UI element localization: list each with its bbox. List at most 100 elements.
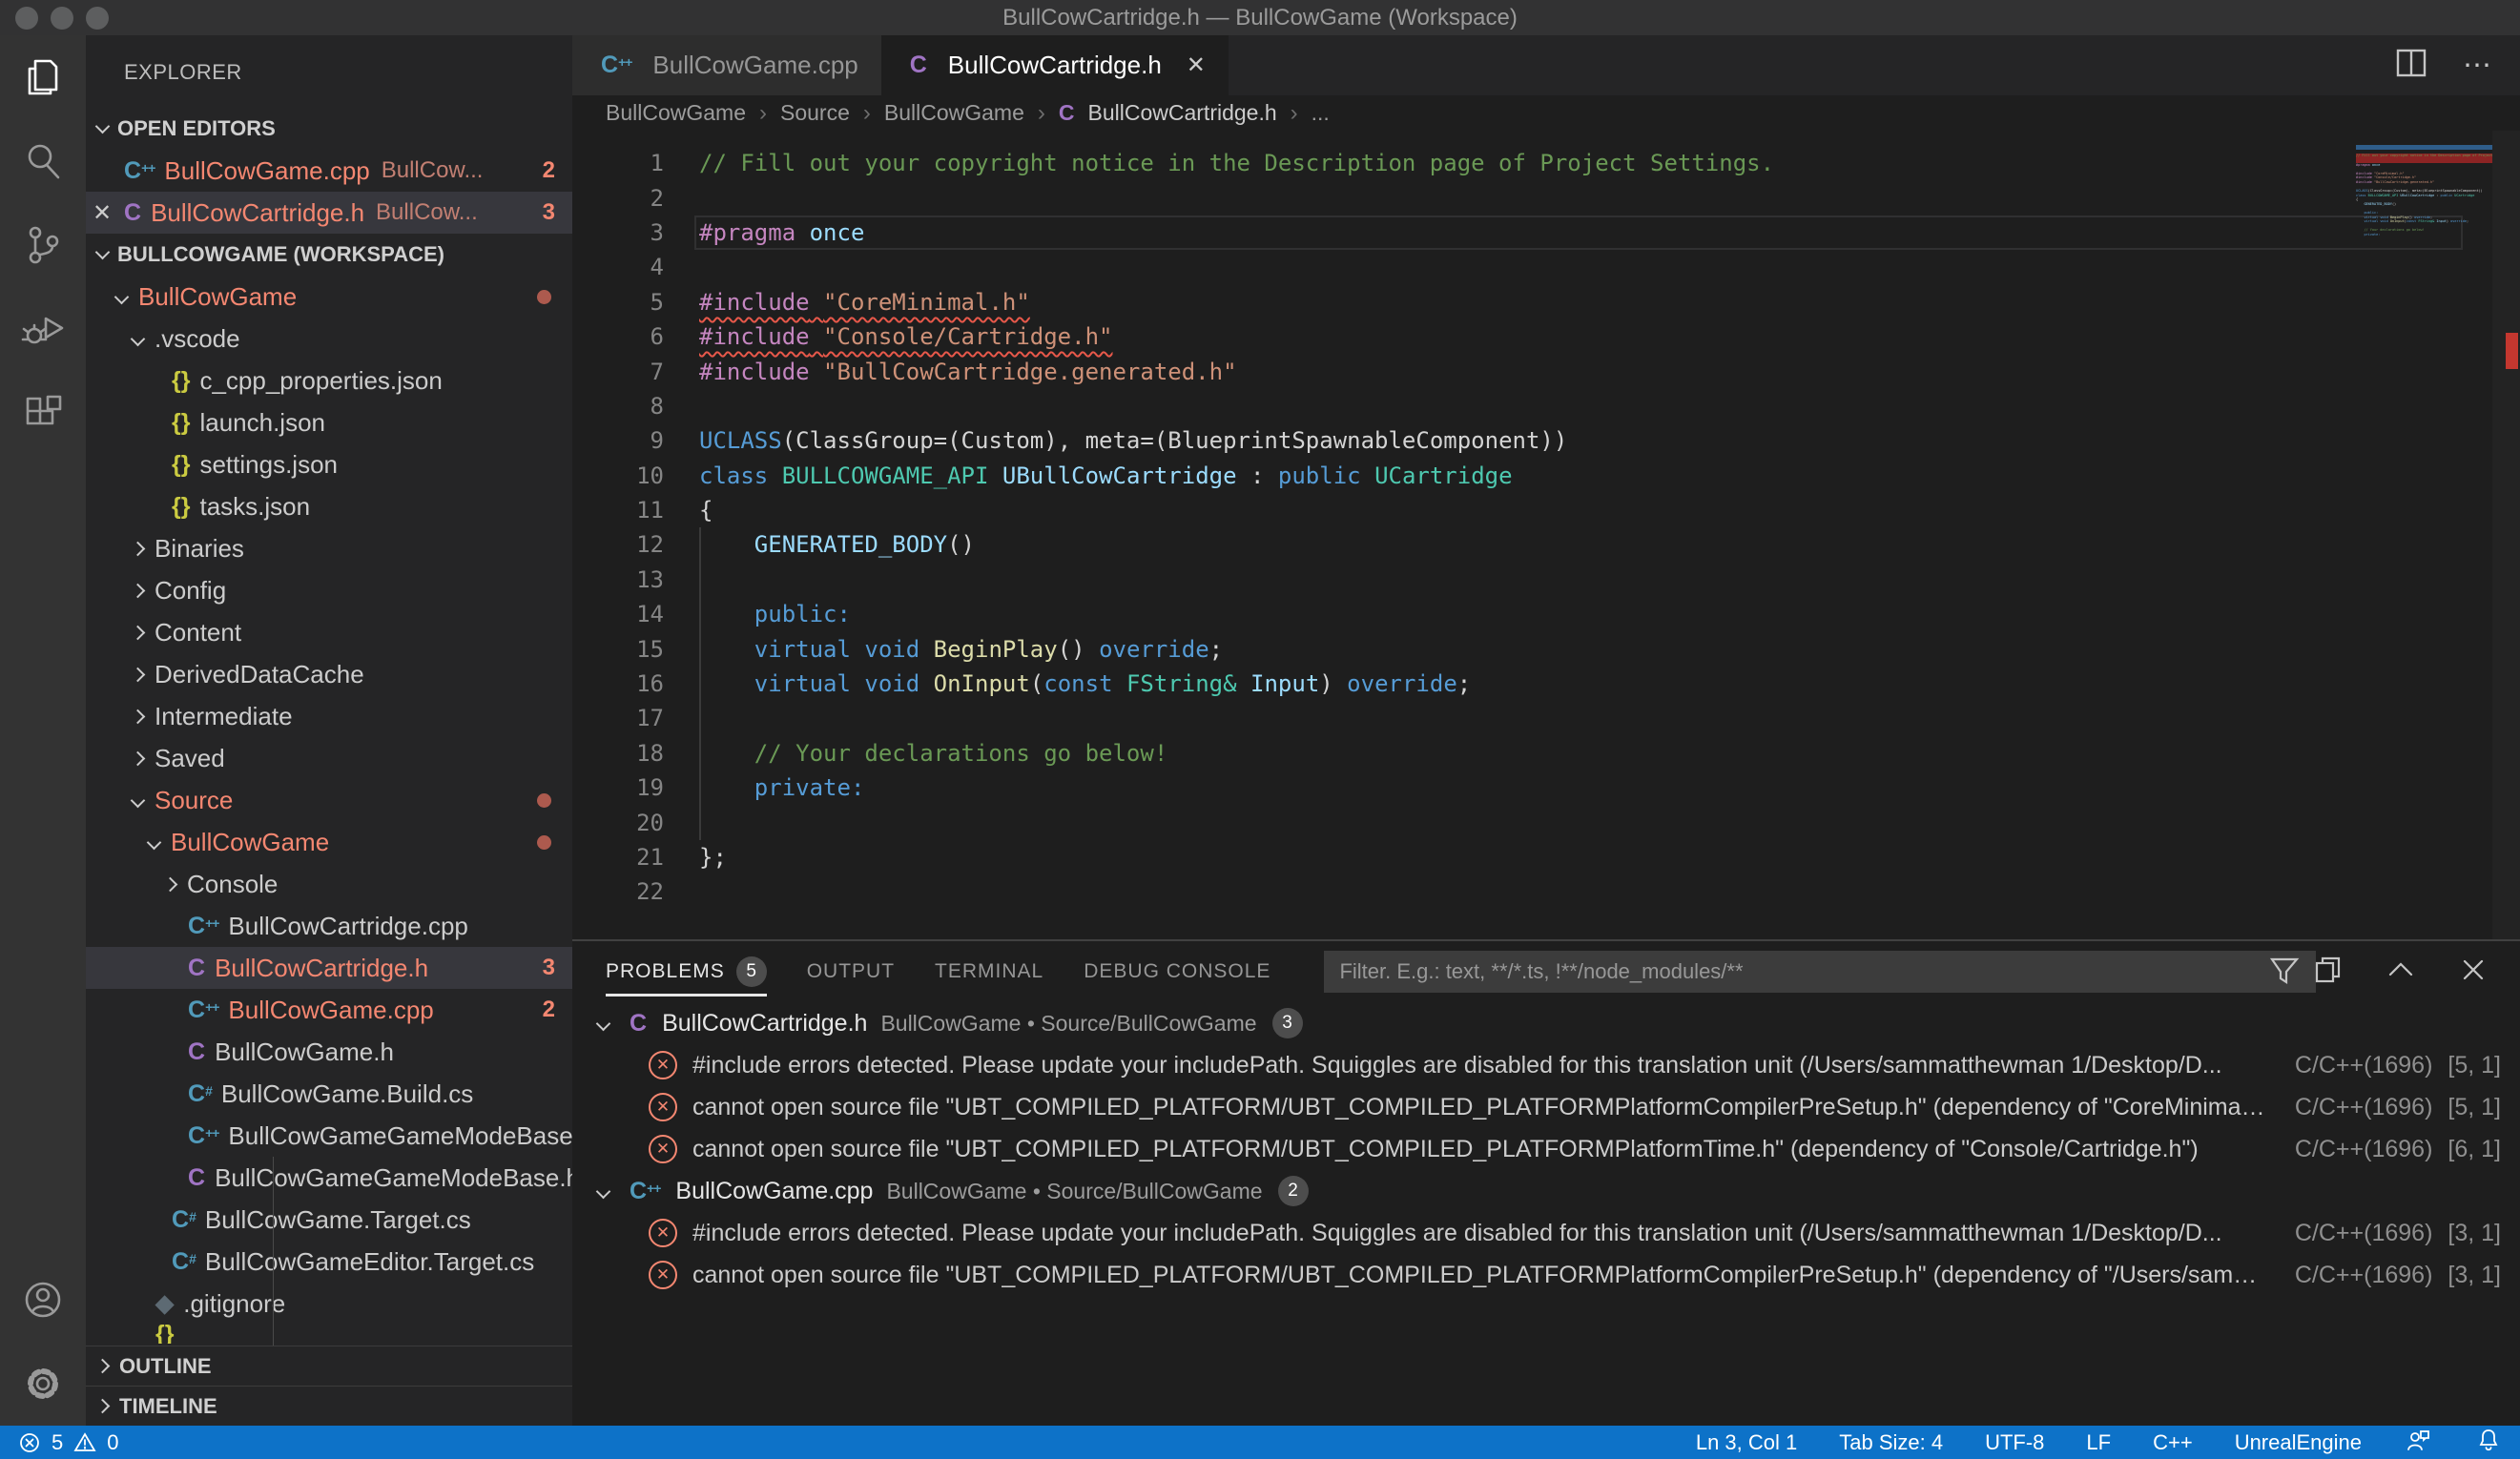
breadcrumb-item[interactable]: Source [780, 100, 850, 126]
panel-tab-output[interactable]: OUTPUT [807, 941, 895, 1002]
code-line[interactable]: 3#pragma once [572, 216, 2520, 250]
problem-group-row[interactable]: CBullCowCartridge.hBullCowGame • Source/… [572, 1002, 2520, 1044]
breadcrumb-item[interactable]: BullCowCartridge.h [1088, 100, 1277, 126]
tree-item[interactable]: Binaries [86, 527, 572, 569]
code-line[interactable]: 14 public: [572, 597, 2520, 631]
problems-summary[interactable]: 5 0 [17, 1430, 119, 1455]
problem-row[interactable]: ✕cannot open source file "UBT_COMPILED_P… [572, 1086, 2520, 1128]
tree-item[interactable]: {}launch.json [86, 401, 572, 443]
tree-item[interactable]: Source [86, 779, 572, 821]
timeline-header[interactable]: TIMELINE [86, 1386, 572, 1426]
code-editor[interactable]: 1// Fill out your copyright notice in th… [572, 131, 2520, 939]
tree-item[interactable]: ◆.gitignore [86, 1283, 572, 1325]
tree-item[interactable]: C++BullCowCartridge.cpp [86, 905, 572, 947]
panel-tab-debug-console[interactable]: DEBUG CONSOLE [1084, 941, 1270, 1002]
minimize-window-button[interactable] [51, 7, 73, 30]
search-icon[interactable] [0, 119, 86, 203]
run-debug-icon[interactable] [0, 287, 86, 371]
close-panel-icon[interactable] [2455, 952, 2491, 993]
problem-row[interactable]: ✕cannot open source file "UBT_COMPILED_P… [572, 1254, 2520, 1296]
minimap[interactable]: // Fill out your copyright notice in the… [2356, 136, 2492, 241]
status-tab-size[interactable]: Tab Size: 4 [1839, 1430, 1943, 1455]
tree-item[interactable]: CBullCowCartridge.h3 [86, 947, 572, 989]
code-line[interactable]: 8 [572, 389, 2520, 423]
tab-BullCowCartridge.h[interactable]: CBullCowCartridge.h✕ [881, 35, 1229, 95]
code-line[interactable]: 20 [572, 805, 2520, 839]
code-line[interactable]: 12 GENERATED_BODY() [572, 527, 2520, 562]
tree-item[interactable]: BullCowGame [86, 276, 572, 318]
code-line[interactable]: 10class BULLCOWGAME_API UBullCowCartridg… [572, 459, 2520, 493]
code-line[interactable]: 16 virtual void OnInput(const FString& I… [572, 667, 2520, 701]
status-language-mode[interactable]: C++ [2153, 1430, 2193, 1455]
tree-item[interactable]: Intermediate [86, 695, 572, 737]
code-line[interactable]: 9UCLASS(ClassGroup=(Custom), meta=(Bluep… [572, 423, 2520, 458]
code-line[interactable]: 22 [572, 874, 2520, 909]
explorer-icon[interactable] [0, 35, 86, 119]
tree-item[interactable]: CBullCowGameGameModeBase.h [86, 1157, 572, 1199]
problems-filter-input[interactable] [1324, 951, 2316, 993]
close-window-button[interactable] [15, 7, 38, 30]
tree-item[interactable]: CBullCowGame.h [86, 1031, 572, 1073]
code-line[interactable]: 6#include "Console/Cartridge.h" [572, 319, 2520, 354]
code-line[interactable]: 21}; [572, 840, 2520, 874]
tree-item[interactable]: Content [86, 611, 572, 653]
extensions-icon[interactable] [0, 371, 86, 455]
feedback-icon[interactable] [2404, 1426, 2432, 1459]
close-icon[interactable]: ✕ [86, 199, 118, 227]
maximize-panel-icon[interactable] [2383, 952, 2419, 993]
workspace-header[interactable]: BULLCOWGAME (WORKSPACE) [86, 234, 572, 276]
breadcrumb-item[interactable]: BullCowGame [606, 100, 746, 126]
tree-item[interactable]: {} [86, 1325, 572, 1344]
status-config-provider[interactable]: UnrealEngine [2235, 1430, 2362, 1455]
code-line[interactable]: 4 [572, 250, 2520, 284]
tree-item[interactable]: Saved [86, 737, 572, 779]
tree-item[interactable]: C#BullCowGame.Build.cs [86, 1073, 572, 1115]
code-line[interactable]: 18 // Your declarations go below! [572, 736, 2520, 771]
filter-icon[interactable] [2266, 952, 2303, 993]
tree-item[interactable]: BullCowGame [86, 821, 572, 863]
open-editor-item[interactable]: C++BullCowGame.cppBullCow...2 [86, 150, 572, 192]
problem-row[interactable]: ✕cannot open source file "UBT_COMPILED_P… [572, 1128, 2520, 1170]
tree-item[interactable]: {}c_cpp_properties.json [86, 360, 572, 401]
open-editor-item[interactable]: ✕CBullCowCartridge.hBullCow...3 [86, 192, 572, 234]
outline-header[interactable]: OUTLINE [86, 1346, 572, 1386]
problem-row[interactable]: ✕#include errors detected. Please update… [572, 1212, 2520, 1254]
status-cursor-position[interactable]: Ln 3, Col 1 [1696, 1430, 1797, 1455]
code-line[interactable]: 2 [572, 180, 2520, 215]
close-icon[interactable]: ✕ [1187, 51, 1206, 79]
editor-scrollbar[interactable] [2492, 131, 2520, 939]
code-line[interactable]: 1// Fill out your copyright notice in th… [572, 146, 2520, 180]
maximize-window-button[interactable] [86, 7, 109, 30]
problem-group-row[interactable]: C++BullCowGame.cppBullCowGame • Source/B… [572, 1170, 2520, 1212]
tree-item[interactable]: {}settings.json [86, 443, 572, 485]
tree-item[interactable]: Config [86, 569, 572, 611]
tree-item[interactable]: {}tasks.json [86, 485, 572, 527]
tree-item[interactable]: C#BullCowGame.Target.cs [86, 1199, 572, 1241]
tree-item[interactable]: C++BullCowGame.cpp2 [86, 989, 572, 1031]
tree-item[interactable]: C++BullCowGameGameModeBase.c... [86, 1115, 572, 1157]
split-editor-icon[interactable] [2392, 44, 2430, 87]
more-actions-icon[interactable]: ⋯ [2463, 49, 2493, 82]
tree-item[interactable]: Console [86, 863, 572, 905]
code-line[interactable]: 17 [572, 701, 2520, 735]
panel-tab-terminal[interactable]: TERMINAL [935, 941, 1043, 1002]
problem-row[interactable]: ✕#include errors detected. Please update… [572, 1044, 2520, 1086]
account-icon[interactable] [0, 1258, 86, 1342]
breadcrumb-item[interactable]: BullCowGame [884, 100, 1024, 126]
code-line[interactable]: 15 virtual void BeginPlay() override; [572, 631, 2520, 666]
tree-item[interactable]: C#BullCowGameEditor.Target.cs [86, 1241, 572, 1283]
panel-tab-problems[interactable]: PROBLEMS5 [606, 941, 767, 1002]
code-line[interactable]: 13 [572, 563, 2520, 597]
code-line[interactable]: 7#include "BullCowCartridge.generated.h" [572, 354, 2520, 388]
code-line[interactable]: 19 private: [572, 771, 2520, 805]
status-eol[interactable]: LF [2086, 1430, 2111, 1455]
settings-gear-icon[interactable] [0, 1342, 86, 1426]
tree-item[interactable]: DerivedDataCache [86, 653, 572, 695]
notifications-bell-icon[interactable] [2474, 1426, 2503, 1459]
source-control-icon[interactable] [0, 203, 86, 287]
code-line[interactable]: 5#include "CoreMinimal.h" [572, 285, 2520, 319]
open-panel-in-editor-icon[interactable] [2310, 952, 2346, 993]
breadcrumb-item[interactable]: ... [1312, 100, 1330, 126]
code-line[interactable]: 11{ [572, 493, 2520, 527]
status-encoding[interactable]: UTF-8 [1985, 1430, 2044, 1455]
